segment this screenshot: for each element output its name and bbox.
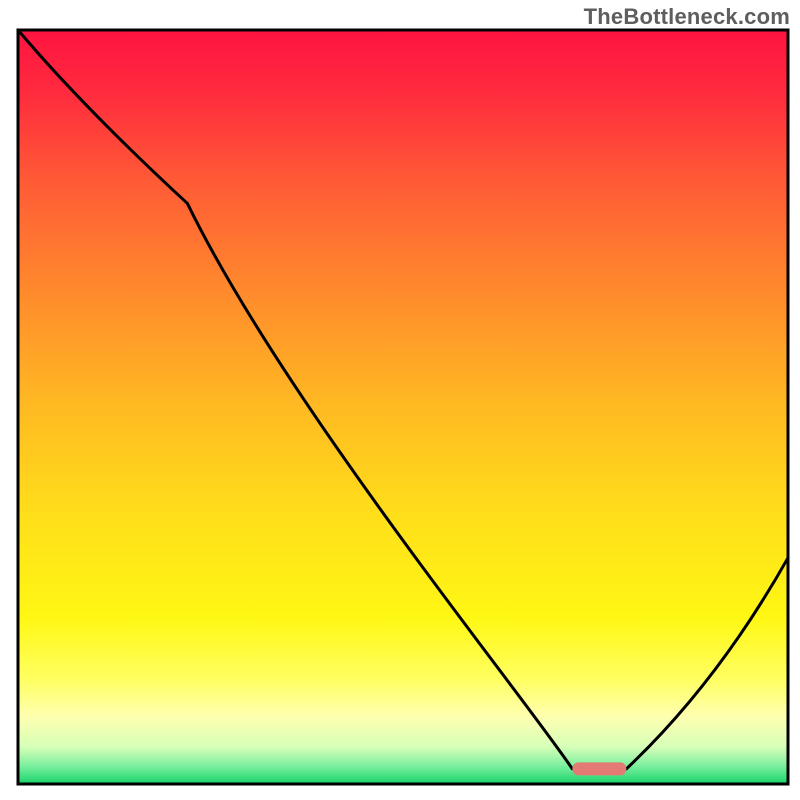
target-range-marker — [572, 762, 626, 775]
bottleneck-chart — [0, 0, 800, 800]
watermark-text: TheBottleneck.com — [584, 4, 790, 30]
plot-area — [18, 30, 788, 784]
gradient-background — [18, 30, 788, 784]
